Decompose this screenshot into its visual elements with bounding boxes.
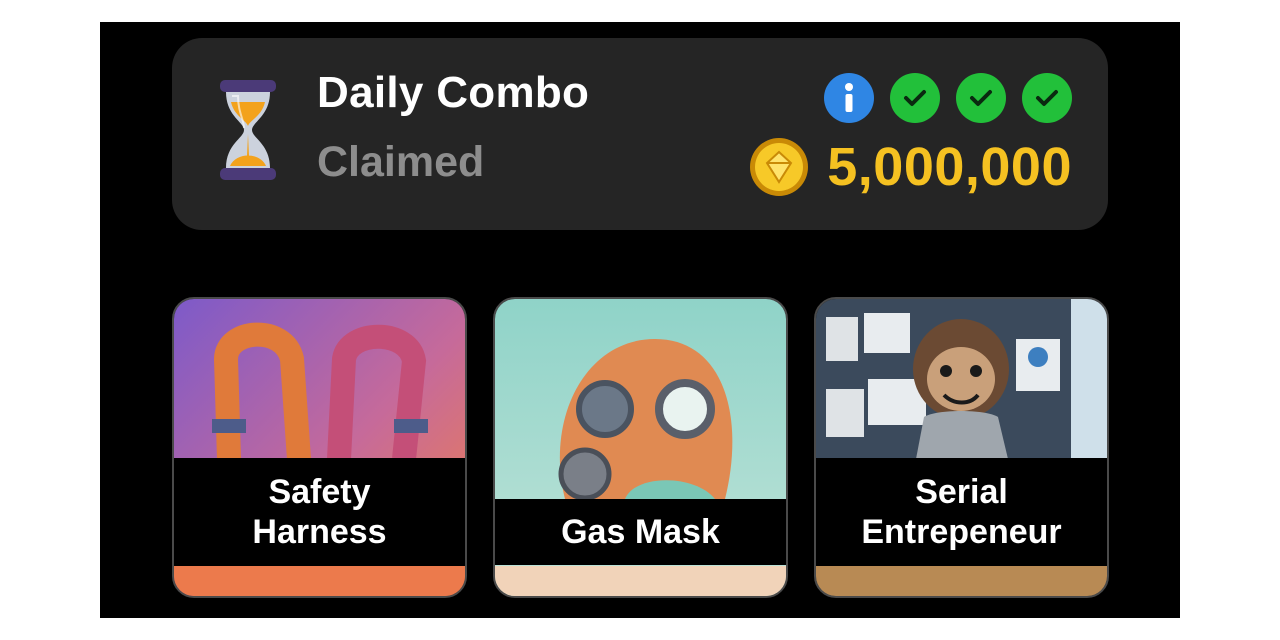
card-safety-harness[interactable]: Safety Harness [172, 297, 467, 598]
daily-combo-screen: Daily Combo Claimed 5,000,000 Safety Har… [100, 22, 1180, 618]
check-icon [890, 73, 940, 123]
daily-combo-panel[interactable]: Daily Combo Claimed 5,000,000 [172, 38, 1108, 230]
card-serial-entrepreneur-label: Serial Entrepeneur [816, 458, 1107, 566]
daily-combo-title: Daily Combo [317, 68, 590, 117]
card-gas-mask[interactable]: Gas Mask [493, 297, 788, 598]
combo-status-label: Claimed [317, 138, 485, 186]
hourglass-icon [220, 80, 276, 180]
combo-progress-indicators [824, 73, 1072, 123]
reward-amount: 5,000,000 [827, 137, 1072, 197]
gold-coin-icon [750, 138, 809, 196]
check-icon [1022, 73, 1072, 123]
check-icon [956, 73, 1006, 123]
card-gas-mask-label: Gas Mask [495, 499, 786, 565]
combo-reward: 5,000,000 [749, 136, 1072, 198]
card-serial-entrepreneur[interactable]: Serial Entrepeneur [814, 297, 1109, 598]
card-safety-harness-label: Safety Harness [174, 458, 465, 566]
info-icon[interactable] [824, 73, 874, 123]
